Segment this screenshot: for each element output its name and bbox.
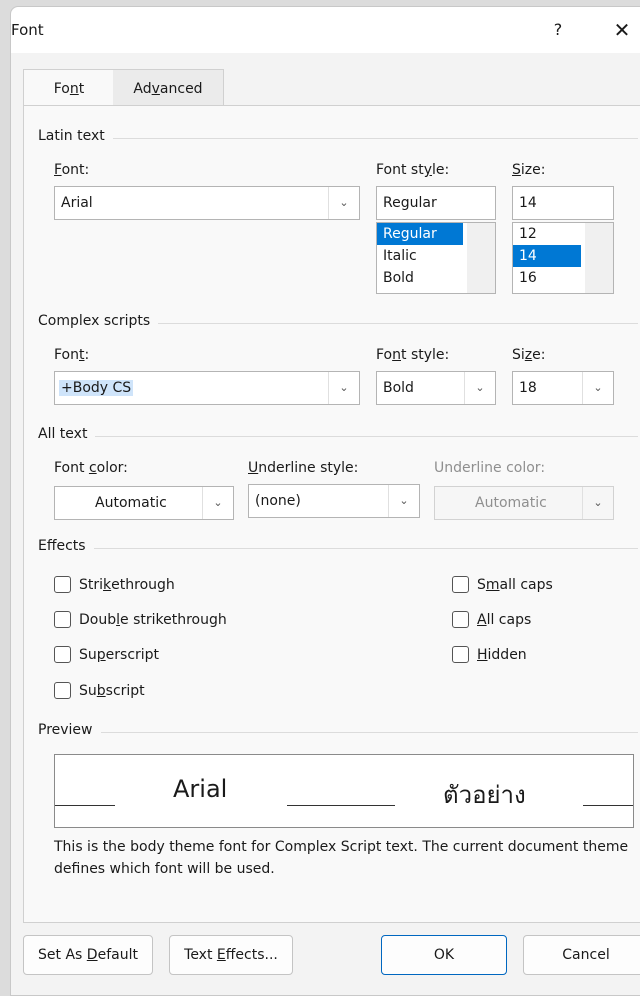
list-item[interactable]: 14 [513,245,581,267]
underline-style-combobox[interactable]: (none) ⌄ [248,484,420,518]
preview-box: Arial ตัวอย่าง [54,754,634,828]
tab-font[interactable]: Font [23,69,115,106]
checkbox-box[interactable] [54,646,71,663]
latin-size-label: Size: [512,162,546,178]
complex-font-value: +Body CS [59,380,134,396]
complex-style-label: Font style: [376,347,450,363]
checkbox-box[interactable] [54,611,71,628]
double-strikethrough-checkbox[interactable]: Doub l e strikethrough [54,611,227,628]
complex-size-combobox[interactable]: 18 ⌄ [512,371,614,405]
checkbox-box[interactable] [54,682,71,699]
checkbox-box[interactable] [452,611,469,628]
checkbox-box[interactable] [452,576,469,593]
font-color-picker[interactable]: Automatic ⌄ [54,486,234,520]
chevron-down-icon: ⌄ [582,487,613,519]
preview-underline [583,805,633,806]
complex-size-label: Size: [512,347,546,363]
superscript-checkbox[interactable]: Su p erscript [54,646,159,663]
preview-underline [55,805,115,806]
latin-group-label: Latin text [38,128,113,144]
latin-style-label: Font style: [376,162,450,178]
preview-group-divider [38,732,638,733]
latin-font-value: Arial [61,195,93,211]
preview-description: This is the body theme font for Complex … [54,839,629,877]
latin-style-input[interactable]: Regular [376,186,496,220]
list-item[interactable]: Regular [377,223,463,245]
hidden-checkbox[interactable]: Hidden [452,646,527,663]
latin-style-scrollbar[interactable] [467,223,495,293]
chevron-down-icon[interactable]: ⌄ [202,487,233,519]
strikethrough-checkbox[interactable]: Stri k ethrough [54,576,175,593]
underline-color-label: Underline color: [434,460,546,476]
complex-style-combobox[interactable]: Bold ⌄ [376,371,496,405]
subscript-checkbox[interactable]: Su b script [54,682,145,699]
complex-font-combobox[interactable]: +Body CS ⌄ [54,371,360,405]
ok-button[interactable]: OK [381,935,507,975]
latin-font-combobox[interactable]: Arial ⌄ [54,186,360,220]
alltext-group-label: All text [38,426,96,442]
chevron-down-icon[interactable]: ⌄ [464,372,495,404]
font-tab-panel: Latin text Font: Arial ⌄ Font style: Reg… [23,105,640,923]
font-dialog: Font ? ✕ Font Advanced Latin text Font: … [10,6,640,996]
set-as-default-button[interactable]: Set As Default [23,935,153,975]
all-caps-checkbox[interactable]: All caps [452,611,531,628]
help-button[interactable]: ? [543,15,573,45]
preview-group-label: Preview [38,722,101,738]
preview-latin-sample: Arial [173,775,228,803]
checkbox-box[interactable] [54,576,71,593]
chevron-down-icon[interactable]: ⌄ [388,485,419,517]
title-bar: Font ? ✕ [11,7,640,53]
latin-size-input[interactable]: 14 [512,186,614,220]
underline-style-label: Underline style: [248,460,359,476]
complex-font-label: Font: [54,347,90,363]
cancel-button[interactable]: Cancel [523,935,640,975]
latin-font-label: Font: [54,162,90,178]
chevron-down-icon[interactable]: ⌄ [328,372,359,404]
complex-group-label: Complex scripts [38,313,159,329]
text-effects-button[interactable]: Text Effects... [169,935,293,975]
preview-complex-sample: ตัวอย่าง [443,781,526,809]
dialog-body: Font Advanced Latin text Font: Arial ⌄ F… [23,69,640,923]
dialog-title: Font [11,21,44,39]
latin-size-list[interactable]: 12 14 16 [512,222,614,294]
chevron-down-icon[interactable]: ⌄ [328,187,359,219]
latin-size-scrollbar[interactable] [585,223,613,293]
alltext-group-divider [38,436,638,437]
close-button[interactable]: ✕ [607,15,637,45]
checkbox-box[interactable] [452,646,469,663]
font-color-label: Font color: [54,460,128,476]
effects-group-label: Effects [38,538,94,554]
latin-group-divider [38,138,638,139]
latin-style-list[interactable]: Regular Italic Bold [376,222,496,294]
effects-group-divider [38,548,638,549]
chevron-down-icon[interactable]: ⌄ [582,372,613,404]
preview-underline [287,805,395,806]
small-caps-checkbox[interactable]: Sm all caps [452,576,553,593]
tab-advanced[interactable]: Advanced [113,69,224,106]
underline-color-picker: Automatic ⌄ [434,486,614,520]
